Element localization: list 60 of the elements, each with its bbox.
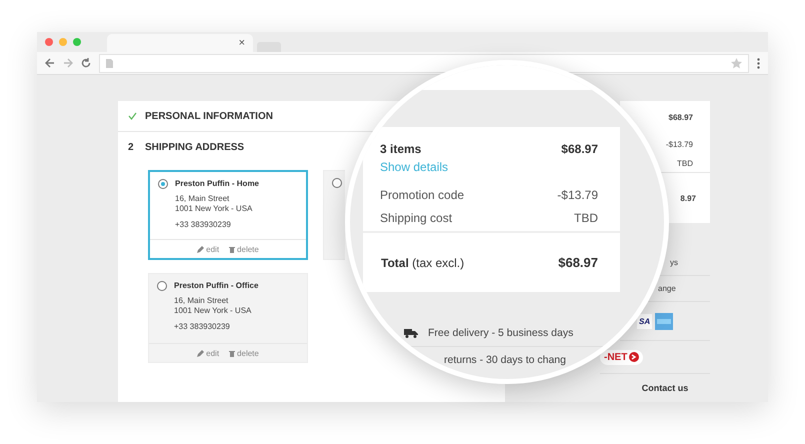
- arrow-icon: [629, 352, 640, 362]
- pencil-icon: [197, 246, 204, 252]
- total-value: 8.97: [680, 194, 696, 202]
- subtotal-value: $68.97: [668, 113, 693, 122]
- star-icon[interactable]: [731, 58, 742, 69]
- tab-close-button[interactable]: ×: [238, 37, 245, 50]
- page-icon: [106, 58, 113, 68]
- address-city: 1001 New York - USA: [175, 204, 254, 214]
- trash-icon: [229, 350, 236, 356]
- promotion-value: -$13.79: [666, 140, 693, 148]
- address-phone: +33 383930239: [174, 322, 231, 331]
- step-number: 2: [128, 142, 135, 152]
- back-icon[interactable]: [45, 58, 55, 68]
- radio-button[interactable]: [157, 281, 167, 291]
- summary-value: -$13.79: [557, 188, 598, 202]
- partner-logo: -NET: [600, 350, 644, 364]
- items-total: $68.97: [561, 142, 598, 156]
- minimize-dot[interactable]: [59, 38, 67, 46]
- radio-button[interactable]: [332, 178, 342, 188]
- pencil-icon: [197, 350, 204, 356]
- check-icon: [128, 112, 137, 120]
- address-card[interactable]: Preston Puffin - Home 16, Main Street 1001 New York - USA +33 383930239 edit delete: [148, 170, 308, 260]
- address-street: 16, Main Street: [175, 194, 230, 204]
- close-dot[interactable]: [45, 38, 53, 46]
- total-value: $68.97: [558, 255, 598, 270]
- truck-icon: [404, 328, 418, 338]
- step-title: SHIPPING ADDRESS: [145, 142, 244, 152]
- shipping-value: TBD: [677, 158, 693, 168]
- total-label: Total (tax excl.): [381, 256, 464, 270]
- summary-label: Promotion code: [380, 188, 464, 202]
- forward-icon[interactable]: [63, 58, 73, 68]
- reassurance-text: Free delivery - 5 business days: [428, 327, 574, 339]
- items-count: 3 items: [380, 142, 422, 156]
- card-logo: [655, 312, 674, 330]
- reassurance-text: ange: [658, 284, 676, 293]
- step-title: PERSONAL INFORMATION: [145, 110, 273, 122]
- address-city: 1001 New York - USA: [174, 306, 252, 316]
- address-name: Preston Puffin - Office: [174, 281, 258, 290]
- reassurance-text: returns - 30 days to chang: [444, 354, 566, 366]
- reload-icon[interactable]: [81, 58, 91, 68]
- edit-link[interactable]: edit: [197, 244, 220, 254]
- browser-tab[interactable]: ×: [107, 34, 253, 52]
- address-bar[interactable]: [99, 54, 749, 73]
- summary-label: Shipping cost: [380, 211, 452, 225]
- address-phone: +33 383930239: [175, 220, 232, 229]
- contact-heading: Contact us: [642, 383, 688, 393]
- address-name: Preston Puffin - Home: [175, 179, 260, 188]
- menu-icon[interactable]: [757, 58, 760, 69]
- zoom-dot[interactable]: [73, 38, 81, 46]
- address-street: 16, Main Street: [174, 296, 230, 306]
- delete-link[interactable]: delete: [229, 244, 259, 254]
- card-logo: SA: [637, 314, 652, 328]
- trash-icon: [229, 246, 236, 252]
- summary-value: TBD: [574, 211, 598, 225]
- show-details-link[interactable]: Show details: [380, 160, 448, 174]
- address-card[interactable]: Preston Puffin - Office 16, Main Street 1001 New York - USA +33 383930239 edit delete: [148, 273, 308, 363]
- delete-link[interactable]: delete: [229, 348, 259, 358]
- reassurance-text: ys: [670, 258, 678, 267]
- edit-link[interactable]: edit: [197, 348, 220, 358]
- radio-button[interactable]: [158, 179, 168, 189]
